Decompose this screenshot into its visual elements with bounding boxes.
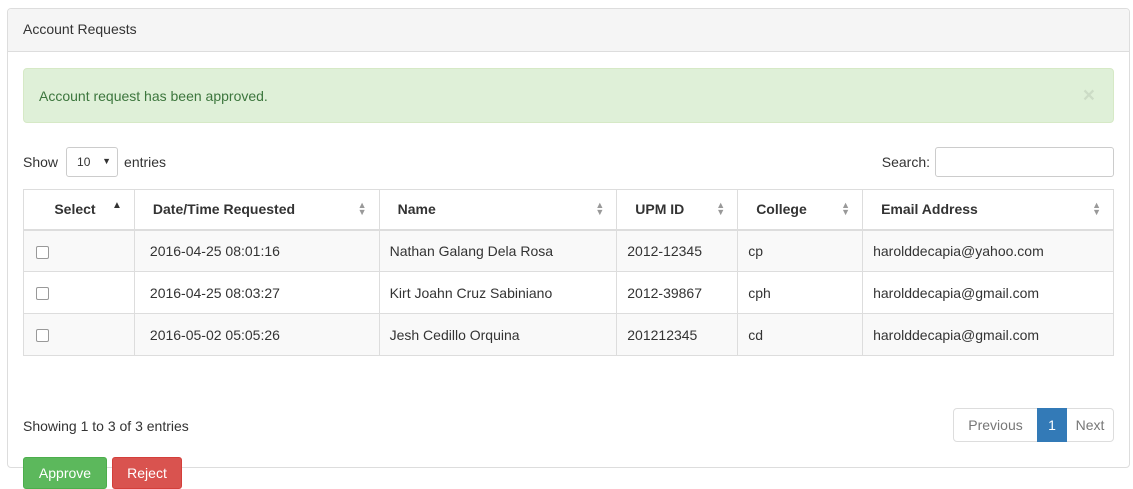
search-control: Search:	[882, 146, 1114, 178]
upm-id-cell: 201212345	[616, 313, 739, 356]
row-checkbox[interactable]	[36, 329, 49, 343]
account-requests-panel: Account Requests Account request has bee…	[7, 8, 1130, 489]
name-cell: Jesh Cedillo Orquina	[378, 313, 618, 356]
sort-both-icon: ▲ ▼	[841, 200, 851, 217]
page-1-button[interactable]: 1	[1037, 408, 1067, 442]
upm-id-cell: 2012-39867	[616, 271, 739, 314]
table-row: 2016-04-25 08:03:27 Kirt Joahn Cruz Sabi…	[23, 271, 1114, 314]
table-row: 2016-05-02 05:05:26 Jesh Cedillo Orquina…	[23, 313, 1114, 356]
entries-per-page-select[interactable]: 10 ▼	[66, 147, 119, 177]
chevron-down-icon: ▼	[102, 156, 112, 166]
column-header-email[interactable]: Email Address ▲ ▼	[862, 189, 1114, 231]
entries-length-control: Show 10 ▼ entries	[23, 146, 166, 178]
sort-both-icon: ▲ ▼	[716, 200, 726, 217]
account-requests-table: Select ▲ Date/Time Requested ▲ ▼ Name ▲ ▼ …	[23, 189, 1114, 356]
search-input[interactable]	[935, 147, 1114, 177]
column-header-select[interactable]: Select ▲	[23, 189, 135, 231]
datetime-cell: 2016-04-25 08:03:27	[133, 271, 380, 314]
college-cell: cp	[737, 229, 864, 272]
upm-id-cell: 2012-12345	[616, 229, 739, 272]
column-header-name[interactable]: Name ▲ ▼	[378, 189, 618, 231]
panel-title: Account Requests	[8, 9, 1129, 52]
column-header-label: Email Address	[881, 201, 978, 218]
close-icon[interactable]: ×	[1083, 85, 1095, 106]
name-cell: Nathan Galang Dela Rosa	[378, 229, 618, 272]
college-cell: cd	[737, 313, 864, 356]
column-header-label: College	[756, 201, 807, 218]
column-header-label: Select	[54, 201, 96, 218]
success-alert: Account request has been approved. ×	[23, 68, 1114, 123]
approve-button[interactable]: Approve	[23, 457, 107, 489]
table-row: 2016-04-25 08:01:16 Nathan Galang Dela R…	[23, 229, 1114, 272]
datetime-cell: 2016-05-02 05:05:26	[133, 313, 380, 356]
column-header-upm-id[interactable]: UPM ID ▲ ▼	[616, 189, 739, 231]
sort-both-icon: ▲ ▼	[1092, 200, 1101, 217]
college-cell: cph	[737, 271, 864, 314]
email-cell: harolddecapia@gmail.com	[862, 271, 1114, 314]
select-cell	[23, 229, 135, 272]
row-checkbox[interactable]	[36, 287, 49, 301]
entries-selected-value: 10	[77, 155, 91, 169]
next-page-button[interactable]: Next	[1066, 408, 1114, 442]
table-header-row: Select ▲ Date/Time Requested ▲ ▼ Name ▲ ▼ …	[23, 189, 1114, 231]
show-label: Show	[23, 154, 59, 170]
sort-both-icon: ▲ ▼	[595, 200, 605, 217]
name-cell: Kirt Joahn Cruz Sabiniano	[378, 271, 618, 314]
column-header-datetime[interactable]: Date/Time Requested ▲ ▼	[133, 189, 380, 231]
row-checkbox[interactable]	[36, 245, 49, 259]
pagination: Previous 1 Next	[953, 408, 1114, 442]
column-header-college[interactable]: College ▲ ▼	[737, 189, 864, 231]
select-cell	[23, 313, 135, 356]
select-cell	[23, 271, 135, 314]
datetime-cell: 2016-04-25 08:01:16	[133, 229, 380, 272]
entries-label: entries	[124, 154, 167, 170]
reject-button[interactable]: Reject	[112, 457, 182, 489]
search-label: Search:	[881, 154, 930, 170]
column-header-label: Date/Time Requested	[152, 201, 296, 218]
sort-ascending-icon: ▲	[112, 200, 122, 211]
email-cell: harolddecapia@gmail.com	[862, 313, 1114, 356]
email-cell: harolddecapia@yahoo.com	[862, 229, 1114, 272]
table-info: Showing 1 to 3 of 3 entries	[23, 418, 189, 434]
column-header-label: UPM ID	[635, 201, 685, 218]
alert-message: Account request has been approved.	[39, 88, 268, 104]
column-header-label: Name	[397, 201, 436, 218]
previous-page-button[interactable]: Previous	[953, 408, 1038, 442]
sort-both-icon: ▲ ▼	[357, 200, 367, 217]
